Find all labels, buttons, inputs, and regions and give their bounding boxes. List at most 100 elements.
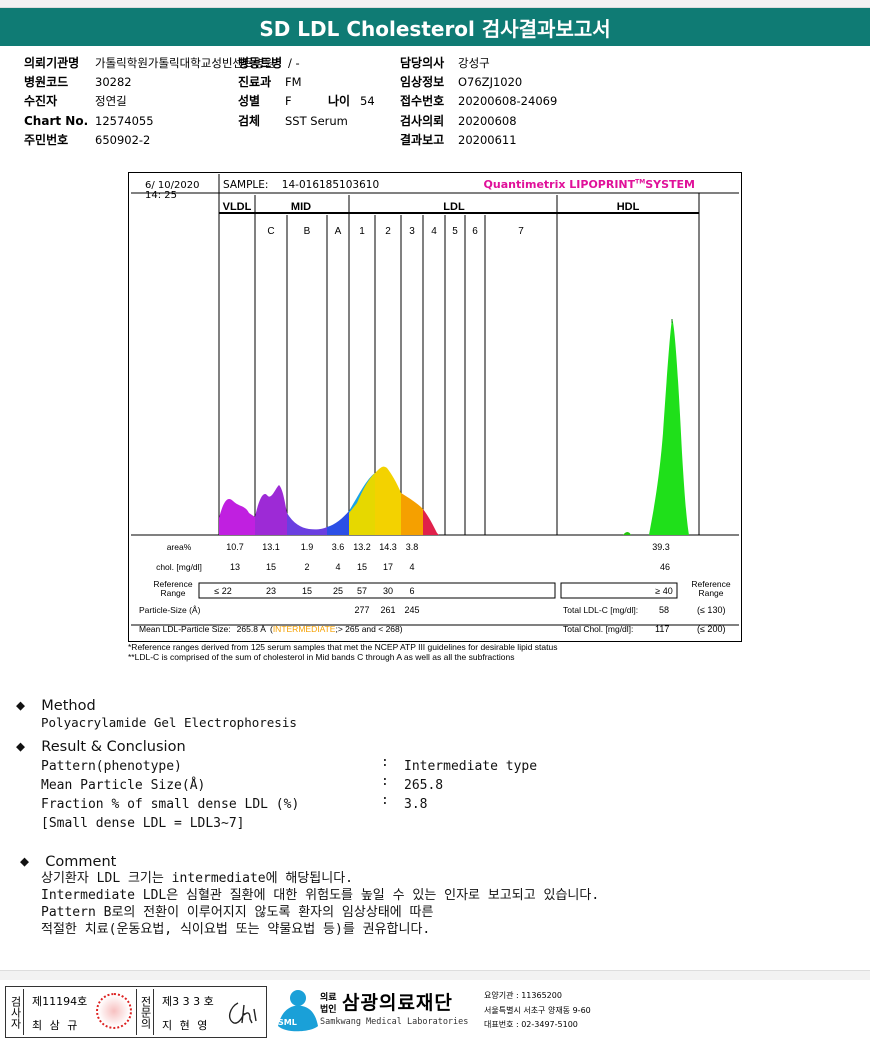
ward-value: / -	[288, 56, 300, 70]
chol-ldl2: 17	[383, 562, 393, 572]
chol-ldl1: 15	[357, 562, 367, 572]
band-label-2: 2	[385, 226, 391, 237]
result-colon: :	[381, 793, 389, 808]
code-value: 30282	[95, 75, 132, 89]
group-mid: MID	[291, 201, 311, 213]
org-address: 서울특별시 서초구 양재동 9-60	[484, 1006, 591, 1015]
comment-title: Comment	[45, 854, 117, 870]
particle-ldl2: 261	[380, 605, 395, 615]
mean-label: Mean LDL-Particle Size: 265.8 Å (INTERMEDI…	[139, 624, 403, 634]
code-label: 병원코드	[24, 75, 69, 89]
ref-box-left	[198, 582, 556, 599]
sml-logo-icon	[278, 990, 318, 1032]
sml-logo: SML	[272, 986, 322, 1036]
peak-ldl-3	[401, 493, 423, 535]
receipt-label: 접수번호	[400, 94, 445, 108]
chart-value: 12574055	[95, 114, 154, 128]
method-title: Method	[41, 698, 96, 714]
area-ldl2: 14.3	[379, 542, 397, 552]
lipoprint-report: 6/ 10/2020 14: 25 SAMPLE: 14-01618510361…	[128, 172, 742, 642]
result-row: Fraction % of small dense LDL (%) : 3.8	[16, 793, 616, 816]
request-label: 검사의뢰	[400, 114, 445, 128]
chart-label: Chart No.	[24, 114, 89, 128]
doctor-label: 담당의사	[400, 56, 445, 70]
method-section: ◆ Method Polyacrylamide Gel Electrophore…	[16, 696, 297, 730]
doctor-value: 강성구	[458, 56, 490, 70]
peak-ldl-4	[423, 509, 439, 535]
recipient-value: 정연길	[95, 94, 127, 108]
report-date-label: 결과보고	[400, 133, 445, 147]
diamond-icon: ◆	[16, 696, 26, 714]
mean-tail: ;> 265 and < 268)	[335, 624, 402, 634]
ward-label: 병동트병	[238, 56, 283, 70]
specialist-no: 제3 3 3 호	[162, 995, 214, 1008]
peak-vldl	[219, 498, 255, 535]
chol-b: 2	[304, 562, 309, 572]
ref-ldl1: 57	[357, 586, 367, 596]
clinical-value: O76ZJ1020	[458, 75, 523, 89]
mean-class: INTERMEDIATE	[273, 624, 336, 634]
footer-strip	[0, 970, 870, 980]
report-title-bar: SD LDL Cholesterol 검사결과보고서	[0, 8, 870, 46]
id-label: 주민번호	[24, 133, 69, 147]
area-a: 3.6	[332, 542, 345, 552]
band-label-c: C	[267, 226, 274, 237]
comment-line: Intermediate LDL은 심혈관 질환에 대한 위험도를 높일 수 있…	[41, 888, 600, 903]
id-value: 650902-2	[95, 133, 151, 147]
chol-vldl: 13	[230, 562, 240, 572]
total-ldl-value: 58	[659, 605, 669, 615]
age-label: 나이	[328, 94, 351, 108]
total-ldl-range: (≤ 130)	[697, 605, 725, 615]
result-colon: :	[381, 774, 389, 789]
mean-value: 265.8 Å	[237, 624, 267, 634]
area-label: area%	[167, 542, 192, 552]
mean-label-text: Mean LDL-Particle Size:	[139, 624, 231, 634]
band-label-4: 4	[431, 226, 437, 237]
top-strip	[0, 0, 870, 8]
org-block: 의료 법인 삼광의료재단 Samkwang Medical Laboratori…	[320, 988, 620, 1036]
specialist-name: 지 현 영	[162, 1019, 210, 1032]
org-code: 요양기관 : 11365200	[484, 991, 562, 1000]
footnote-2: **LDL-C is comprised of the sum of chole…	[128, 652, 515, 662]
group-ldl: LDL	[443, 201, 465, 213]
result-label: Fraction % of small dense LDL (%)	[41, 797, 300, 812]
area-vldl: 10.7	[226, 542, 244, 552]
result-value: 265.8	[404, 778, 444, 793]
footnote-1: *Reference ranges derived from 125 serum…	[128, 642, 558, 652]
electrophoresis-graph: VLDL MID LDL HDL C B A 1 2 3 4 5 6 7 are…	[131, 174, 739, 634]
particle-ldl1: 277	[354, 605, 369, 615]
peak-hdl	[649, 319, 689, 535]
ref-vldl: ≤ 22	[214, 586, 231, 596]
chol-label: chol. [mg/dl]	[156, 562, 202, 572]
peak-hdl-small	[623, 532, 631, 535]
sex-value: F	[285, 94, 292, 108]
recipient-label: 수진자	[24, 94, 58, 108]
peak-mid-a	[327, 511, 349, 535]
patient-info: 의뢰기관명 가톨릭학원가톨릭대학교성빈센트병원 병동트병 / - 담당의사 강성…	[0, 52, 870, 152]
ref-ldl3: 6	[409, 586, 414, 596]
chol-ldl3: 4	[409, 562, 414, 572]
result-note: [Small dense LDL = LDL3~7]	[41, 816, 245, 831]
diamond-icon: ◆	[20, 852, 30, 870]
result-value: Intermediate type	[404, 759, 538, 774]
ref-c: 23	[266, 586, 276, 596]
examiner-label: 검사자	[6, 989, 24, 1035]
examiner-seal	[96, 993, 132, 1029]
comment-line: Pattern B로의 전환이 이루어지지 않도록 환자의 임상상태에 따른	[41, 905, 434, 920]
specialist-signature	[228, 1002, 257, 1024]
peak-mid-b	[287, 513, 327, 535]
result-note-row: [Small dense LDL = LDL3~7]	[16, 816, 616, 835]
report-title: SD LDL Cholesterol 검사결과보고서	[259, 16, 611, 41]
org-phone: 대표번호 : 02-3497-5100	[484, 1020, 578, 1029]
result-value: 3.8	[404, 797, 428, 812]
footnotes: *Reference ranges derived from 125 serum…	[128, 642, 557, 662]
examiner-no: 제11194호	[32, 995, 88, 1008]
values-table: area% 10.7 13.1 1.9 3.6 13.2 14.3 3.8 39…	[139, 542, 731, 634]
ref-right-2: Range	[698, 588, 723, 598]
peak-ldl-2-rising	[349, 473, 375, 535]
ref-b: 15	[302, 586, 312, 596]
ref-label-2: Range	[160, 588, 185, 598]
signature-box: 검사자 제11194호 최 삼 규 전문의 제3 3 3 호 지 현 영	[5, 986, 267, 1038]
dept-value: FM	[285, 75, 302, 89]
particle-label: Particle-Size (Å)	[139, 605, 201, 615]
